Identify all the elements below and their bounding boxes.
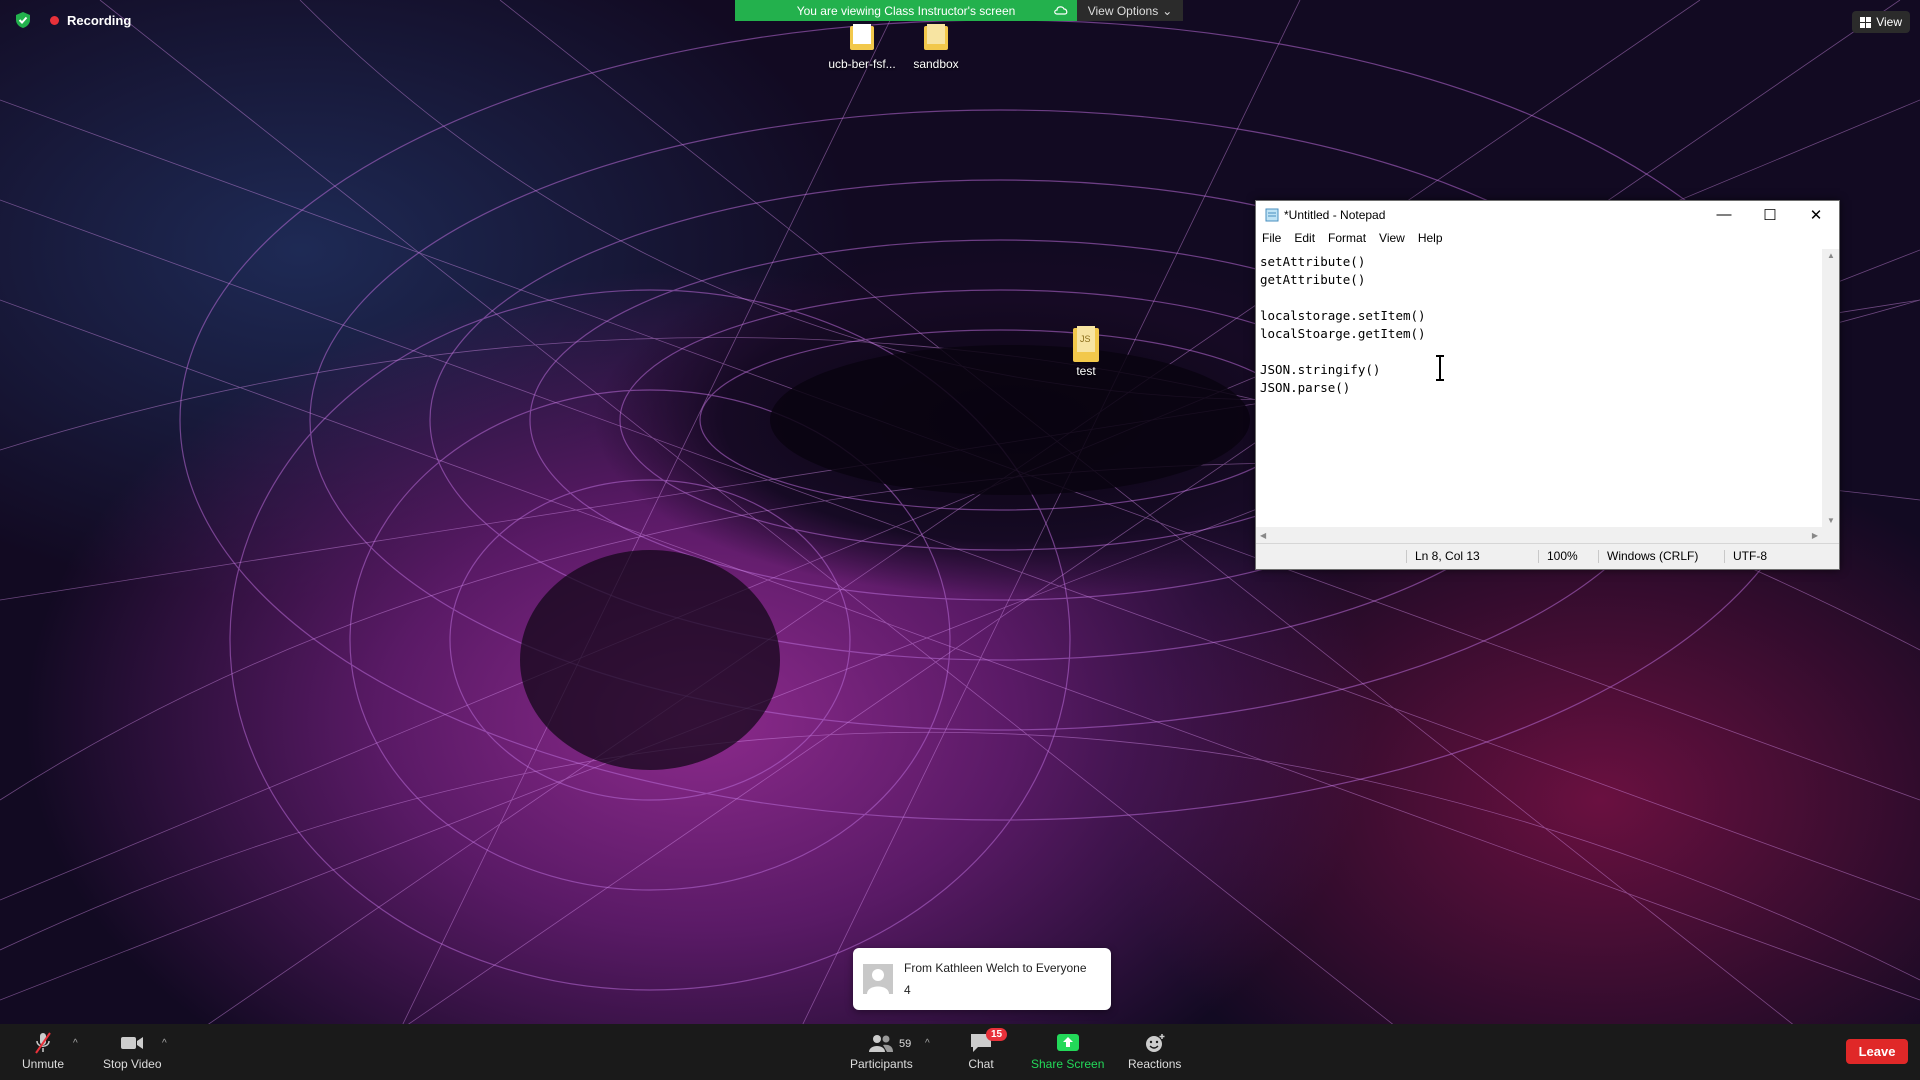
leave-button[interactable]: Leave [1846, 1039, 1908, 1064]
status-line-ending: Windows (CRLF) [1598, 550, 1698, 563]
participants-caret-icon[interactable]: ^ [925, 1038, 930, 1049]
shield-icon [16, 12, 30, 28]
view-button[interactable]: View [1852, 11, 1910, 33]
folder-icon [924, 24, 948, 50]
notepad-menu-bar: File Edit Format View Help [1256, 228, 1839, 248]
audio-options-caret-icon[interactable]: ^ [73, 1038, 78, 1049]
stop-video-button[interactable]: Stop Video [103, 1032, 162, 1071]
maximize-button[interactable]: ☐ [1747, 201, 1793, 228]
microphone-muted-icon [35, 1032, 51, 1054]
grid-icon [1860, 16, 1872, 28]
reactions-label: Reactions [1128, 1057, 1182, 1071]
desktop-icon-label: ucb-ber-fsf... [828, 57, 896, 71]
notepad-title-bar[interactable]: *Untitled - Notepad — ☐ ✕ [1256, 201, 1839, 228]
unmute-button[interactable]: Unmute [22, 1032, 64, 1071]
recording-dot-icon [50, 15, 59, 25]
user-avatar-icon [867, 969, 889, 994]
notepad-text-area[interactable]: setAttribute() getAttribute() localstora… [1256, 249, 1820, 527]
desktop-folder-test[interactable]: JS test [1046, 324, 1126, 378]
folder-icon: JS [1071, 324, 1101, 362]
menu-view[interactable]: View [1379, 231, 1405, 245]
chat-message: 4 [904, 983, 911, 997]
chat-sender: From Kathleen Welch to Everyone [904, 961, 1087, 975]
notepad-status-bar: Ln 8, Col 13 100% Windows (CRLF) UTF-8 [1256, 543, 1839, 569]
menu-file[interactable]: File [1262, 231, 1281, 245]
participants-label: Participants [850, 1057, 913, 1071]
view-options-label: View Options [1087, 3, 1159, 18]
share-screen-icon [1056, 1034, 1079, 1051]
view-button-label: View [1876, 15, 1902, 29]
scrollbar-corner [1822, 527, 1839, 544]
scroll-right-icon: ▶ [1811, 531, 1818, 540]
unmute-label: Unmute [22, 1057, 65, 1071]
scroll-left-icon: ◀ [1260, 531, 1267, 540]
status-position: Ln 8, Col 13 [1406, 550, 1480, 563]
recording-label: Recording [67, 12, 132, 28]
notepad-window[interactable]: *Untitled - Notepad — ☐ ✕ File Edit Form… [1255, 200, 1840, 570]
status-zoom: 100% [1538, 550, 1578, 563]
chat-label: Chat [968, 1057, 994, 1071]
menu-edit[interactable]: Edit [1294, 231, 1315, 245]
meeting-toolbar: Unmute ^ Stop Video ^ Participants 59 ^ … [0, 1024, 1920, 1080]
scroll-down-icon: ▼ [1827, 516, 1835, 525]
avatar [863, 964, 893, 994]
chat-unread-badge: 15 [986, 1028, 1008, 1041]
desktop-folder-sandbox[interactable]: sandbox [896, 22, 976, 71]
chat-notification[interactable]: From Kathleen Welch to Everyone 4 [853, 948, 1111, 1010]
menu-help[interactable]: Help [1418, 231, 1443, 245]
screen-share-banner: You are viewing Class Instructor's scree… [735, 0, 1183, 21]
maximize-icon: ☐ [1763, 206, 1777, 224]
vertical-scrollbar[interactable]: ▲ ▼ [1822, 249, 1839, 527]
menu-format[interactable]: Format [1328, 231, 1366, 245]
video-options-caret-icon[interactable]: ^ [162, 1038, 167, 1049]
minimize-icon: — [1716, 206, 1732, 223]
view-options-button[interactable]: View Options ⌄ [1077, 0, 1183, 21]
minimize-button[interactable]: — [1701, 201, 1747, 228]
banner-text: You are viewing Class Instructor's scree… [796, 3, 1016, 18]
desktop-icon-label: test [1076, 364, 1096, 378]
video-camera-icon [121, 1037, 144, 1049]
horizontal-scrollbar[interactable]: ◀ ▶ [1256, 527, 1822, 544]
smiley-plus-icon [1145, 1034, 1165, 1052]
scroll-up-icon: ▲ [1827, 251, 1835, 260]
participants-count: 59 [899, 1038, 912, 1050]
notepad-title: *Untitled - Notepad [1284, 207, 1386, 222]
participants-icon [869, 1035, 894, 1052]
text-cursor-icon [1436, 355, 1444, 381]
close-icon: ✕ [1809, 206, 1823, 224]
share-screen-button[interactable]: Share Screen [1031, 1032, 1104, 1071]
chevron-down-icon: ⌄ [1162, 3, 1173, 18]
recording-indicator: Recording [14, 11, 131, 29]
status-encoding: UTF-8 [1724, 550, 1767, 563]
stop-video-label: Stop Video [103, 1057, 162, 1071]
viewing-screen-message: You are viewing Class Instructor's scree… [735, 0, 1077, 21]
cloud-icon [1054, 6, 1068, 15]
notepad-icon [1265, 208, 1279, 221]
desktop-folder-ucb[interactable]: ucb-ber-fsf... [822, 22, 902, 71]
close-button[interactable]: ✕ [1793, 201, 1839, 228]
reactions-button[interactable]: Reactions [1128, 1032, 1181, 1071]
folder-icon [850, 24, 874, 50]
desktop-icon-label: sandbox [913, 57, 959, 71]
share-screen-label: Share Screen [1031, 1057, 1105, 1071]
js-file-badge: JS [1080, 334, 1091, 344]
